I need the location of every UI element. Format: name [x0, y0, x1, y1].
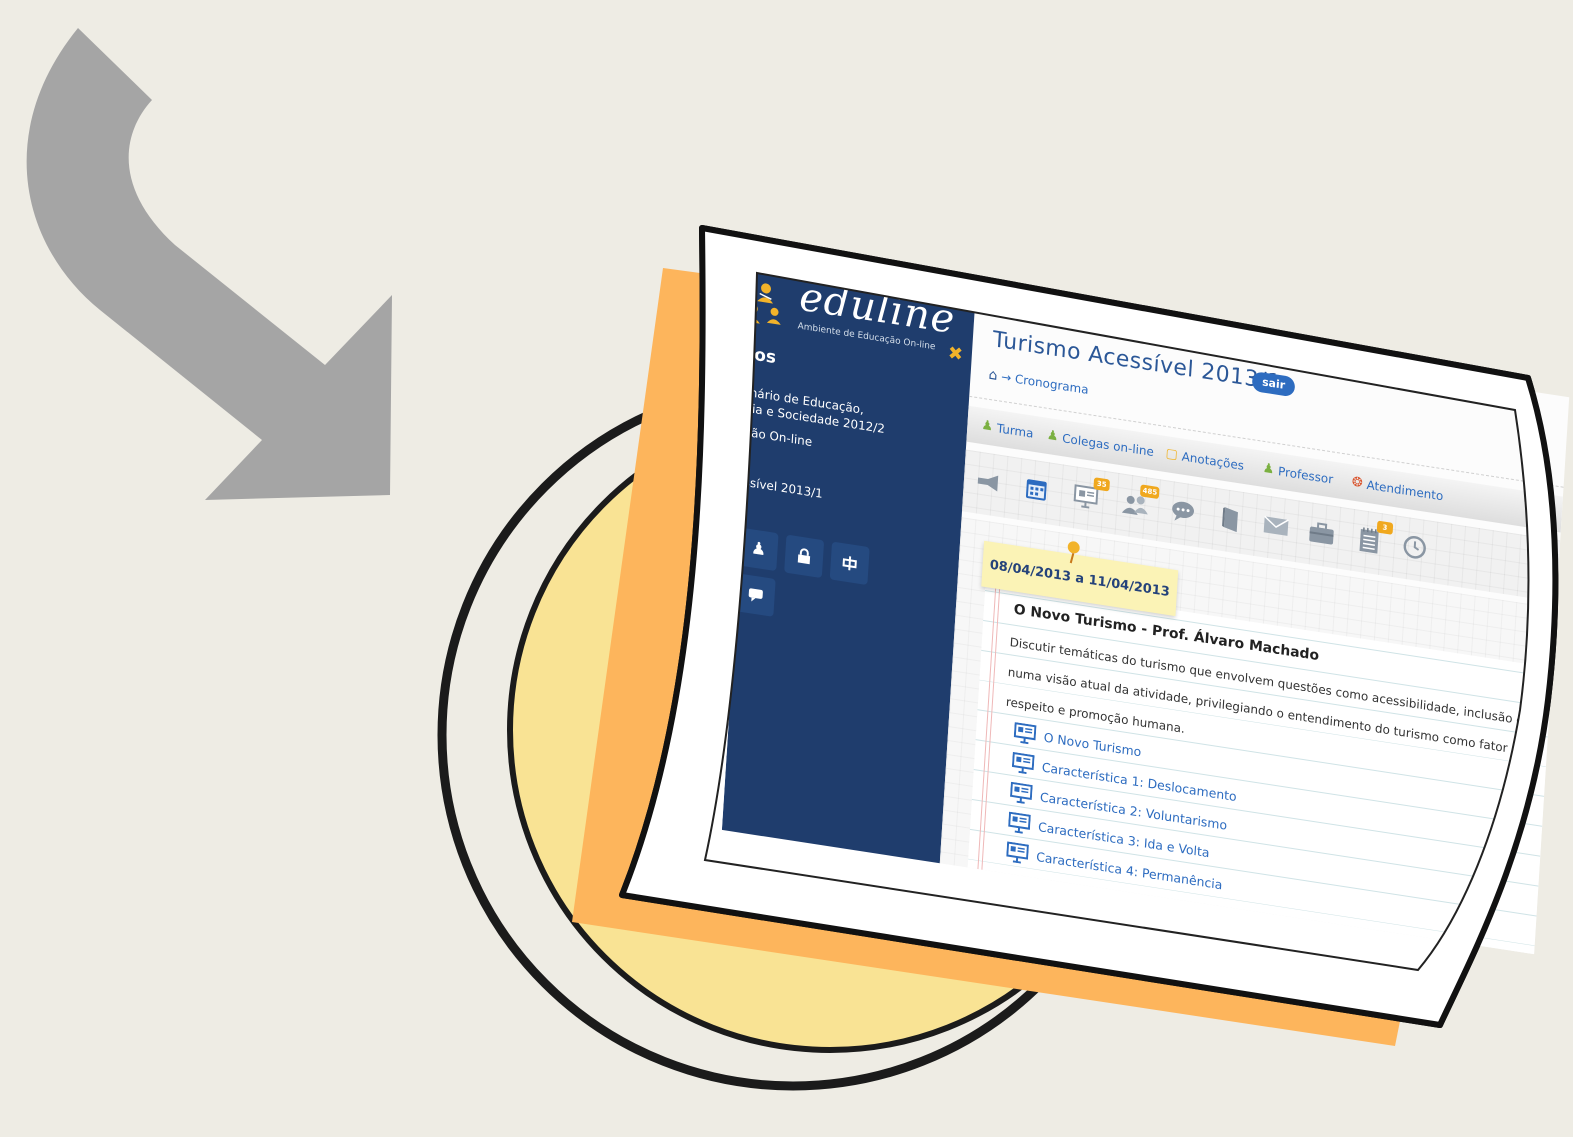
presentation-icon — [1011, 751, 1035, 775]
calendar-icon — [1025, 479, 1047, 501]
messages-button[interactable] — [1260, 509, 1292, 543]
menu-colegas-online[interactable]: ♟ Colegas on-line — [1046, 428, 1154, 459]
profile-button[interactable]: ♟ — [738, 527, 779, 572]
sidebar: eduline Ambiente de Educação On-line ✖ r… — [721, 273, 975, 904]
presentation-icon — [1006, 841, 1029, 864]
user-icon: ♟ — [750, 538, 767, 561]
history-button[interactable] — [1399, 530, 1431, 564]
lock-icon — [797, 548, 811, 565]
menu-turma[interactable]: ♟ Turma — [981, 418, 1034, 441]
home-icon[interactable]: ⌂ — [988, 367, 998, 384]
classmates-button[interactable]: 485 — [1120, 484, 1160, 521]
person-icon: ♟ — [1262, 460, 1275, 478]
menu-anotacoes[interactable]: ▢ Anotações — [1165, 446, 1244, 473]
close-sidebar-icon[interactable]: ✖ — [947, 342, 963, 365]
lessons-badge: 35 — [1093, 477, 1110, 492]
announcements-button[interactable] — [973, 465, 1005, 499]
book-icon — [1222, 507, 1238, 533]
agenda-button[interactable]: 3 — [1353, 520, 1394, 557]
menu-professor[interactable]: ♟ Professor — [1262, 461, 1333, 487]
agenda-badge: 3 — [1376, 520, 1394, 535]
curved-arrow-icon — [26, 28, 393, 500]
notepad-icon: ▢ — [1165, 446, 1179, 463]
breadcrumb-separator: → — [1000, 369, 1012, 386]
exit-icon — [842, 556, 857, 571]
library-button[interactable] — [1215, 502, 1247, 536]
envelope-icon — [1263, 515, 1289, 536]
lessons-button[interactable]: 35 — [1070, 477, 1110, 514]
main-area: Turismo Acessível 2013/1 sair ⌂ → Cronog… — [936, 306, 1569, 955]
pushpin-icon — [1067, 541, 1080, 564]
chat-icon — [748, 588, 763, 602]
breadcrumb: ⌂ → Cronograma — [988, 367, 1089, 398]
presentation-icon — [1008, 811, 1031, 834]
portfolio-button[interactable] — [1306, 516, 1338, 550]
breadcrumb-current[interactable]: Cronograma — [1015, 372, 1089, 397]
lifebuoy-icon: ❂ — [1351, 474, 1364, 492]
presentation-icon — [1013, 722, 1037, 745]
calendar-button[interactable] — [1021, 472, 1053, 506]
megaphone-icon — [977, 475, 999, 492]
presentation-icon — [1009, 781, 1033, 804]
menu-atendimento[interactable]: ❂ Atendimento — [1351, 475, 1443, 504]
password-button[interactable] — [784, 534, 825, 579]
forum-button[interactable] — [1167, 495, 1199, 529]
person-icon: ♟ — [1046, 427, 1059, 445]
chat-button[interactable] — [735, 573, 776, 617]
speech-bubble-icon — [1172, 501, 1194, 521]
clock-icon — [1403, 535, 1426, 559]
person-icon: ♟ — [980, 417, 994, 435]
exit-button[interactable] — [829, 541, 870, 586]
sair-button[interactable]: sair — [1251, 370, 1296, 398]
briefcase-icon — [1309, 522, 1334, 545]
